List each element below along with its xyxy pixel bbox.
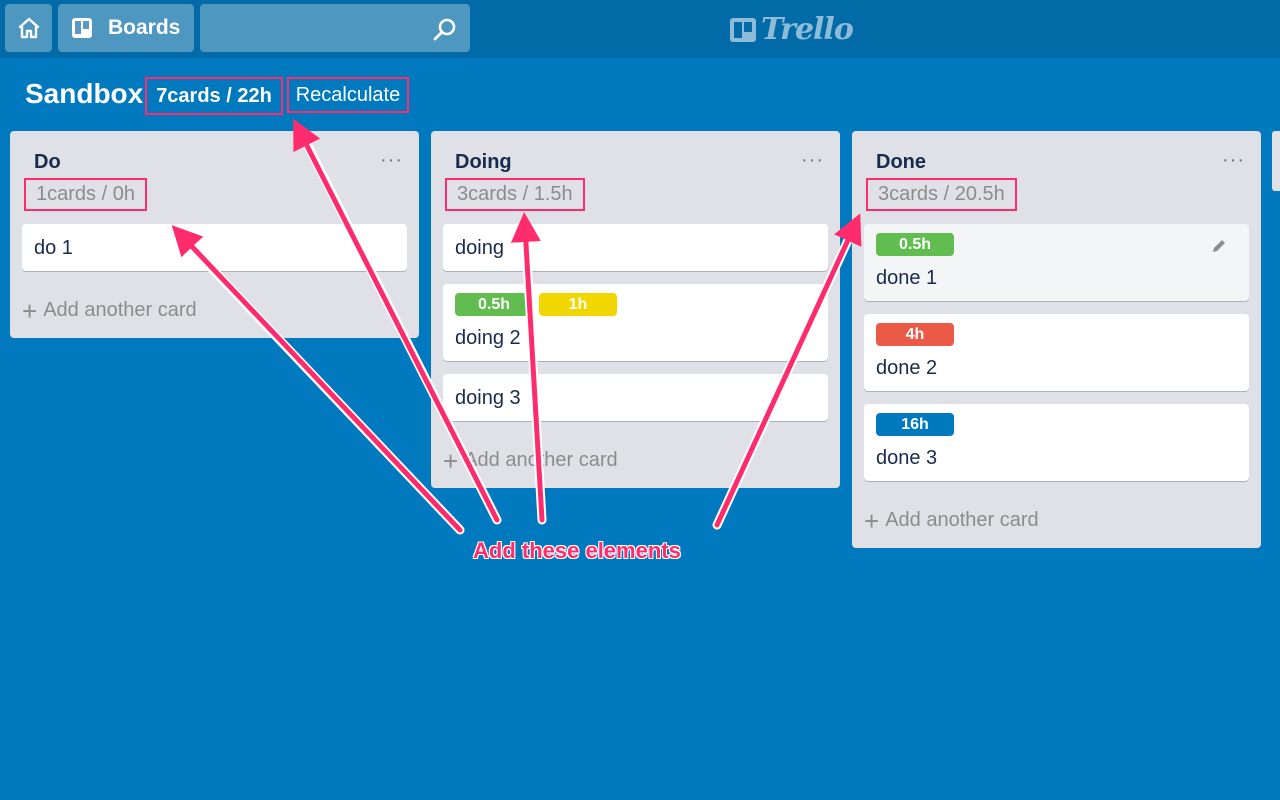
card[interactable]: 0.5h 1h doing 2 [443,284,828,361]
add-card-label: Add another card [885,509,1039,531]
list-menu-button[interactable]: ··· [380,149,403,172]
card[interactable]: doing 3 [443,374,828,421]
card-title: doing 2 [455,327,521,349]
card-title: do 1 [34,237,73,259]
list-doing: Doing ··· 3cards / 1.5h doing 0.5h 1h do… [431,131,840,488]
card-label: 16h [876,413,954,436]
home-button[interactable] [5,4,52,52]
board-stats: 7cards / 22h [145,77,283,115]
card-title: done 2 [876,357,938,379]
board-title[interactable]: Sandbox [25,78,143,110]
plus-icon: + [443,445,459,476]
search-icon[interactable] [432,16,458,42]
plus-icon: + [22,295,38,326]
card-title: done 1 [876,267,938,289]
card-title: doing [455,237,504,259]
card-title: doing 3 [455,387,521,409]
card-label: 1h [539,293,617,316]
plus-icon: + [864,505,880,536]
home-icon [18,17,39,39]
annotation-text: Add these elements [473,538,681,563]
list-menu-button[interactable]: ··· [801,149,824,172]
card-label: 0.5h [876,233,954,256]
card[interactable]: 4h done 2 [864,314,1249,391]
trello-logo-icon [730,17,756,42]
card-label: 0.5h [455,293,533,316]
add-card-button[interactable]: + Add another card [443,445,618,476]
boards-icon [72,18,92,38]
card[interactable]: do 1 [22,224,407,271]
list-title[interactable]: Doing [455,151,512,174]
search-box[interactable] [200,4,470,52]
trello-logo[interactable]: Trello [729,12,854,47]
list-title[interactable]: Done [876,151,926,174]
add-card-button[interactable]: + Add another card [22,295,197,326]
add-card-label: Add another card [464,449,618,471]
boards-button[interactable]: Boards [58,4,194,52]
recalculate-button[interactable]: Recalculate [287,77,409,113]
boards-label: Boards [108,16,181,39]
list-do: Do ··· 1cards / 0h do 1 + Add another ca… [10,131,419,338]
top-bar: Boards Trello [0,0,1280,58]
add-card-button[interactable]: + Add another card [864,505,1039,536]
list-stats: 1cards / 0h [24,178,147,211]
card-label: 4h [876,323,954,346]
trello-logo-text: Trello [761,12,854,47]
card[interactable]: doing [443,224,828,271]
search-input[interactable] [200,4,430,52]
edit-pencil-icon[interactable] [1211,238,1227,254]
card[interactable]: 0.5h done 1 [864,224,1249,301]
list-done: Done ··· 3cards / 20.5h 0.5h done 1 4h d… [852,131,1261,548]
add-card-label: Add another card [43,299,197,321]
list-title[interactable]: Do [34,151,61,174]
next-list-edge [1272,131,1280,191]
card[interactable]: 16h done 3 [864,404,1249,481]
list-stats: 3cards / 1.5h [445,178,585,211]
list-stats: 3cards / 20.5h [866,178,1017,211]
card-title: done 3 [876,447,938,469]
list-menu-button[interactable]: ··· [1222,149,1245,172]
